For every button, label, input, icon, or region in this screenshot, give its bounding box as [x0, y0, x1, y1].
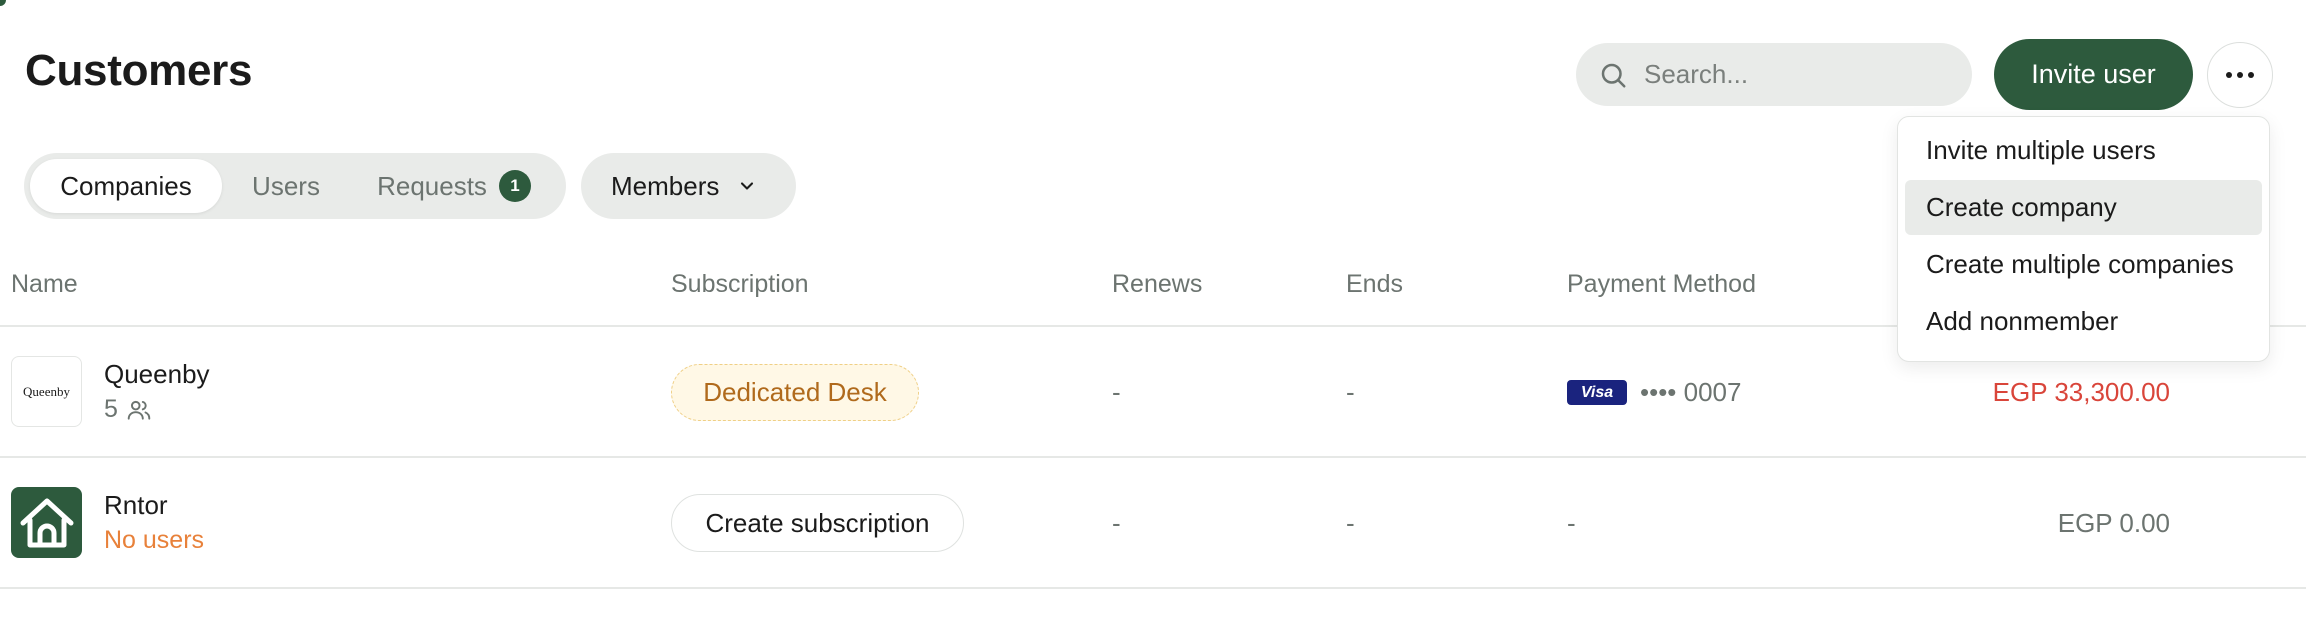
menu-item-add-nonmember[interactable]: Add nonmember — [1905, 294, 2262, 349]
search-box[interactable] — [1576, 43, 1972, 106]
create-subscription-button[interactable]: Create subscription — [671, 494, 964, 552]
visa-card-icon: Visa — [1567, 380, 1627, 405]
renews-value: - — [1112, 377, 1121, 407]
tab-users[interactable]: Users — [222, 159, 350, 213]
column-header-ends[interactable]: Ends — [1346, 270, 1403, 299]
column-header-renews[interactable]: Renews — [1112, 270, 1202, 299]
more-options-menu: Invite multiple users Create company Cre… — [1897, 116, 2270, 362]
company-logo-rntor — [11, 487, 82, 558]
invite-user-button[interactable]: Invite user — [1994, 39, 2193, 110]
view-tabs: Companies Users Requests 1 — [24, 153, 566, 219]
no-users-label: No users — [104, 526, 205, 554]
table-divider — [0, 587, 2306, 589]
house-icon — [20, 498, 73, 547]
more-dot-icon — [2226, 72, 2232, 78]
more-dot-icon — [2237, 72, 2243, 78]
tab-label: Users — [252, 170, 320, 201]
menu-item-create-multiple-companies[interactable]: Create multiple companies — [1905, 237, 2262, 292]
table-divider — [0, 456, 2306, 458]
search-icon — [1601, 63, 1626, 87]
column-header-payment-method[interactable]: Payment Method — [1567, 270, 1756, 299]
ends-value: - — [1346, 508, 1355, 538]
search-input[interactable] — [1644, 59, 1944, 90]
company-member-count: 5 — [104, 395, 152, 424]
members-filter-label: Members — [611, 170, 720, 201]
chevron-down-icon — [741, 182, 754, 190]
member-count-value: 5 — [104, 395, 118, 423]
tab-label: Requests — [377, 170, 487, 201]
tab-requests[interactable]: Requests 1 — [350, 159, 550, 213]
balance-amount: EGP 33,300.00 — [1992, 377, 2170, 407]
more-options-button[interactable] — [2207, 42, 2273, 108]
ends-value: - — [1346, 377, 1355, 407]
corner-accent — [0, 0, 6, 6]
column-header-name[interactable]: Name — [11, 270, 78, 299]
tab-label: Companies — [60, 170, 192, 201]
company-logo-queenby: Queenby — [11, 356, 82, 427]
page-title: Customers — [25, 46, 253, 95]
tab-companies[interactable]: Companies — [30, 159, 222, 213]
users-icon — [127, 400, 151, 420]
balance-amount: EGP 0.00 — [2057, 508, 2170, 538]
renews-value: - — [1112, 508, 1121, 538]
logo-wordmark: Queenby — [23, 383, 70, 399]
members-filter-dropdown[interactable]: Members — [581, 153, 796, 219]
menu-item-invite-multiple-users[interactable]: Invite multiple users — [1905, 123, 2262, 178]
company-name[interactable]: Rntor — [104, 490, 168, 521]
more-dot-icon — [2248, 72, 2254, 78]
requests-count-badge: 1 — [498, 170, 531, 202]
company-name[interactable]: Queenby — [104, 359, 210, 390]
column-header-subscription[interactable]: Subscription — [671, 270, 809, 299]
payment-method-value: - — [1567, 508, 1576, 538]
menu-item-create-company[interactable]: Create company — [1905, 180, 2262, 235]
subscription-badge[interactable]: Dedicated Desk — [671, 364, 919, 421]
card-number: •••• 0007 — [1640, 377, 1742, 407]
